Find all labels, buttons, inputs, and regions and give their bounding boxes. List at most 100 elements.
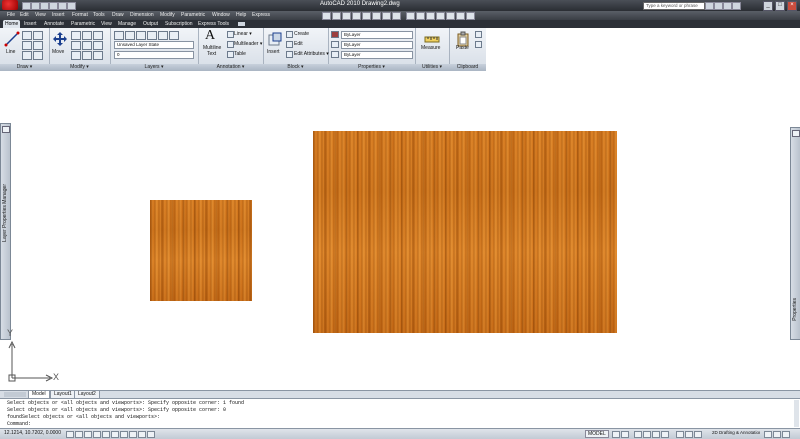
undo-icon[interactable] xyxy=(49,2,58,10)
polyline-icon[interactable] xyxy=(22,31,32,40)
minimize-ribbon-icon[interactable] xyxy=(238,22,245,26)
layer-dropdown[interactable]: 0 xyxy=(114,51,194,59)
minimize-button[interactable]: _ xyxy=(763,1,773,11)
multileader-icon[interactable] xyxy=(227,41,234,48)
lineweight-dropdown[interactable]: ByLayer xyxy=(341,51,413,59)
tab-home[interactable]: Home xyxy=(3,20,21,28)
edit-attributes-label[interactable]: Edit Attributes ▾ xyxy=(294,51,329,57)
dyn-toggle-icon[interactable] xyxy=(129,431,137,438)
lineweight-toggle-icon[interactable] xyxy=(138,431,146,438)
workspace-switch[interactable]: 2D Drafting & Annotation ▾ xyxy=(712,430,760,436)
tab-manage[interactable]: Manage xyxy=(116,20,138,28)
plot-icon[interactable] xyxy=(67,2,76,10)
toolbar-icon[interactable] xyxy=(446,12,455,20)
layer-properties-icon[interactable] xyxy=(114,31,124,40)
tab-insert[interactable]: Insert xyxy=(22,20,39,28)
menu-express[interactable]: Express xyxy=(252,12,270,18)
toolbar-icon[interactable] xyxy=(352,12,361,20)
showmotion-icon[interactable] xyxy=(661,431,669,438)
tab-express-tools[interactable]: Express Tools xyxy=(196,20,231,28)
stretch-icon[interactable] xyxy=(71,51,81,60)
menu-tools[interactable]: Tools xyxy=(93,12,105,18)
command-scrollbar[interactable] xyxy=(794,400,799,427)
menu-help[interactable]: Help xyxy=(236,12,246,18)
communication-center-icon[interactable] xyxy=(714,2,723,10)
help-icon[interactable] xyxy=(732,2,741,10)
clean-screen-icon[interactable] xyxy=(782,431,790,438)
scale-icon[interactable] xyxy=(82,51,92,60)
wood-texture-square[interactable] xyxy=(150,200,252,301)
toolbar-icon[interactable] xyxy=(436,12,445,20)
line-icon[interactable] xyxy=(4,31,20,47)
drawing-area[interactable]: Layer Properties Manager Properties xyxy=(0,71,800,390)
osnap-toggle-icon[interactable] xyxy=(102,431,110,438)
properties-palette[interactable]: Properties xyxy=(790,127,800,340)
linear-dimension-icon[interactable] xyxy=(227,31,234,38)
menu-edit[interactable]: Edit xyxy=(20,12,29,18)
save-icon[interactable] xyxy=(40,2,49,10)
model-space-button[interactable]: MODEL xyxy=(585,430,609,438)
array-icon[interactable] xyxy=(93,51,103,60)
create-label[interactable]: Create xyxy=(294,31,309,37)
maximize-button[interactable]: □ xyxy=(775,1,785,11)
copy-clip-icon[interactable] xyxy=(475,41,482,48)
star-icon[interactable] xyxy=(723,2,732,10)
ducs-toggle-icon[interactable] xyxy=(120,431,128,438)
menu-view[interactable]: View xyxy=(35,12,46,18)
otrack-toggle-icon[interactable] xyxy=(111,431,119,438)
quick-view-layouts-icon[interactable] xyxy=(612,431,620,438)
annotation-scale-icon[interactable] xyxy=(676,431,684,438)
menu-dimension[interactable]: Dimension xyxy=(130,12,154,18)
layer-tool-icon[interactable] xyxy=(136,31,146,40)
edit-block-icon[interactable] xyxy=(286,41,293,48)
draw-panel-title[interactable]: Draw ▾ xyxy=(0,64,49,71)
new-icon[interactable] xyxy=(22,2,31,10)
status-tray-icon[interactable] xyxy=(773,431,781,438)
erase-icon[interactable] xyxy=(93,31,103,40)
layers-panel-title[interactable]: Layers ▾ xyxy=(110,64,198,71)
fillet-icon[interactable] xyxy=(93,41,103,50)
move-icon[interactable] xyxy=(52,31,68,47)
menu-insert[interactable]: Insert xyxy=(52,12,65,18)
close-button[interactable]: × xyxy=(787,1,797,11)
layer-tool-icon[interactable] xyxy=(169,31,179,40)
linetype-dropdown[interactable]: ByLayer xyxy=(341,41,413,49)
toolbar-icon[interactable] xyxy=(406,12,415,20)
menu-file[interactable]: File xyxy=(7,12,15,18)
toolbar-icon[interactable] xyxy=(332,12,341,20)
clipboard-panel-title[interactable]: Clipboard xyxy=(449,64,486,71)
search-input[interactable]: Type a keyword or phrase xyxy=(643,2,705,10)
multileader-label[interactable]: Multileader ▾ xyxy=(234,41,262,47)
tab-view[interactable]: View xyxy=(99,20,114,28)
application-menu-button[interactable] xyxy=(2,0,18,10)
menu-modify[interactable]: Modify xyxy=(160,12,175,18)
ellipse-icon[interactable] xyxy=(22,51,32,60)
properties-panel-title[interactable]: Properties ▾ xyxy=(328,64,415,71)
pan-icon[interactable] xyxy=(634,431,642,438)
edit-label[interactable]: Edit xyxy=(294,41,303,47)
multiline-text-icon[interactable]: A xyxy=(205,28,215,44)
insert-block-icon[interactable] xyxy=(267,31,283,47)
close-palette-icon[interactable] xyxy=(792,130,800,137)
binoculars-icon[interactable] xyxy=(705,2,714,10)
cut-icon[interactable] xyxy=(475,31,482,38)
toolbar-icon[interactable] xyxy=(416,12,425,20)
tab-annotate[interactable]: Annotate xyxy=(42,20,66,28)
menu-parametric[interactable]: Parametric xyxy=(181,12,205,18)
steering-wheel-icon[interactable] xyxy=(652,431,660,438)
edit-attributes-icon[interactable] xyxy=(286,51,293,58)
layer-tool-icon[interactable] xyxy=(158,31,168,40)
toolbar-icon[interactable] xyxy=(382,12,391,20)
quick-properties-toggle-icon[interactable] xyxy=(147,431,155,438)
utilities-panel-title[interactable]: Utilities ▾ xyxy=(415,64,449,71)
modify-panel-title[interactable]: Modify ▾ xyxy=(49,64,110,71)
wood-texture-rectangle[interactable] xyxy=(313,131,617,333)
annotation-visibility-icon[interactable] xyxy=(685,431,693,438)
toolbar-icon[interactable] xyxy=(426,12,435,20)
close-palette-icon[interactable] xyxy=(2,126,10,133)
layer-properties-palette[interactable]: Layer Properties Manager xyxy=(0,123,11,340)
layer-tool-icon[interactable] xyxy=(147,31,157,40)
polar-toggle-icon[interactable] xyxy=(93,431,101,438)
toolbar-icon[interactable] xyxy=(372,12,381,20)
zoom-icon[interactable] xyxy=(643,431,651,438)
